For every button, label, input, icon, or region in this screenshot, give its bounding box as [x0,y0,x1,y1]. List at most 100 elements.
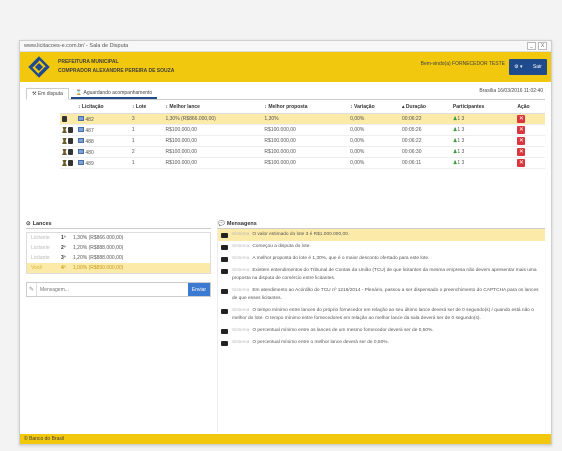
document-icon[interactable] [68,160,73,166]
list-item: Sistema Existem entendimentos do Tribunal… [218,265,545,285]
table-row[interactable]: 488 1 R$100.000,00 R$100.000,00 0,00% 00… [60,135,545,147]
cell-lance: R$100.000,00 [163,124,263,136]
minimize-button[interactable]: _ [527,42,536,50]
cell-duracao: 00:06:22 [400,135,451,147]
cell-lote: 1 [129,157,164,169]
cell-licitacao: 482 [85,116,94,123]
cell-licitacao: 480 [85,149,94,156]
document-icon[interactable] [62,116,67,122]
monitor-icon [221,256,228,262]
cell-variacao: 0,00% [348,124,401,136]
remove-button[interactable]: ✕ [517,126,526,134]
table-row[interactable]: 480 2 R$100.000,00 R$100.000,00 0,00% 00… [60,146,545,158]
th-melhor-proposta[interactable]: ↕ Melhor proposta [262,101,349,114]
list-item: Sistema O tempo mínimo entre lances do pr… [218,305,545,325]
cell-proposta: R$100.000,00 [262,146,349,158]
table-row[interactable]: 482 3 1,30% (R$866.000,00) 1,30% 0,00% 0… [60,113,545,125]
gavel-icon [62,149,67,155]
table-row[interactable]: 487 1 R$100.000,00 R$100.000,00 0,00% 00… [60,124,545,136]
th-lote[interactable]: ↕ Lote [129,101,164,114]
th-melhor-lance[interactable]: ↕ Melhor lance [163,101,263,114]
th-variacao[interactable]: ↕ Variação [348,101,401,114]
th-licitacao[interactable]: ↕ Licitação [76,101,130,114]
chat-box: ✎ Enviar [26,282,211,297]
remove-button[interactable]: ✕ [517,148,526,156]
cell-duracao: 00:06:30 [400,146,451,158]
tab-bar: ⚒ Em disputa ⌛ Aguardando acompanhamento… [26,86,545,100]
clock-icon: ⊙ [26,220,31,227]
list-item: Você 4º 1,00% (R$890.000,00) [27,263,210,273]
monitor-icon [221,340,228,346]
cell-participantes: ♟1 3 [450,135,516,147]
remove-button[interactable]: ✕ [517,137,526,145]
list-item: Sistema O percentual mínimo entre o melho… [218,337,545,349]
send-button[interactable]: Enviar [188,283,210,296]
monitor-icon [78,115,84,121]
list-item: Licitante 3º 1,20% (R$888.000,00) [31,255,124,261]
cell-proposta: R$100.000,00 [262,124,349,136]
list-item: Sistema O percentual mínimo entre os lanc… [218,325,545,337]
monitor-icon [78,126,84,132]
lances-panel: ⊙ Lances Licitante 1º 1,30% (R$866.000,0… [26,219,211,432]
cell-lote: 1 [129,135,164,147]
mensagens-title: Mensagens [226,220,257,227]
bank-logo-icon [26,54,52,80]
cell-lote: 3 [129,113,164,125]
cell-duracao: 00:06:22 [400,113,451,125]
monitor-icon [221,288,228,294]
tab-aguardando[interactable]: ⌛ Aguardando acompanhamento [70,88,158,99]
monitor-icon [78,159,84,165]
th-duracao[interactable]: ▴ Duração [400,101,451,114]
monitor-icon [221,268,228,274]
cell-participantes: ♟1 3 [450,124,516,136]
browser-window: www.licitacoes-e.com.br/ - Sala de Dispu… [19,40,552,445]
th-participantes: Participantes [450,101,516,114]
cell-lance: 1,30% (R$866.000,00) [163,113,263,125]
cell-duracao: 00:05:26 [400,124,451,136]
message-input[interactable] [37,283,188,296]
cell-participantes: ♟1 3 [450,113,516,125]
list-item: Licitante 1º 1,30% (R$866.000,00) [31,235,124,241]
document-icon[interactable] [68,138,73,144]
cell-participantes: ♟1 3 [450,146,516,158]
tab-label: Aguardando acompanhamento [83,89,153,96]
buyer-info: PREFEITURA MUNICIPAL COMPRADOR ALEXANDRE… [58,58,174,76]
footer-bar: © Banco do Brasil [20,434,551,444]
cell-licitacao: 488 [85,138,94,145]
lots-table: ↕ Licitação ↕ Lote ↕ Melhor lance ↕ Melh… [60,101,545,169]
monitor-icon [78,148,84,154]
gavel-icon [62,138,67,144]
monitor-icon [78,137,84,143]
table-row[interactable]: 489 1 R$100.000,00 R$100.000,00 0,00% 00… [60,157,545,169]
cell-lote: 1 [129,124,164,136]
titlebar: www.licitacoes-e.com.br/ - Sala de Dispu… [20,41,551,52]
chat-icon: 💬 [218,220,225,227]
messages-list: Sistema O valor estimado do lote 3 é R$1.… [218,229,545,349]
tab-em-disputa[interactable]: ⚒ Em disputa [26,88,69,100]
lots-table-wrap: ↕ Licitação ↕ Lote ↕ Melhor lance ↕ Melh… [60,101,545,169]
monitor-icon [221,244,228,250]
cell-proposta: R$100.000,00 [262,135,349,147]
cell-variacao: 0,00% [348,135,401,147]
document-icon[interactable] [68,127,73,133]
hourglass-icon: ⌛ [75,89,84,96]
cell-variacao: 0,00% [348,157,401,169]
welcome-text: Bem-vindo(a) FORNECEDOR TESTE [420,61,505,67]
remove-button[interactable]: ✕ [517,159,526,167]
list-item: Sistema A melhor proposta do lote é 1,30%… [218,253,545,265]
close-button[interactable]: X [538,42,547,50]
logout-label: Sair [532,64,542,70]
list-item: Sistema Começou a disputa do lote. [218,241,545,253]
cell-lote: 2 [129,146,164,158]
cell-duracao: 00:06:11 [400,157,451,169]
remove-button[interactable]: ✕ [517,115,526,123]
lances-title: Lances [32,220,52,227]
mensagens-panel: 💬 Mensagens Sistema O valor estimado do l… [217,219,545,432]
document-icon[interactable] [68,149,73,155]
lower-panels: ⊙ Lances Licitante 1º 1,30% (R$866.000,0… [26,219,545,432]
buyer-name: COMPRADOR ALEXANDRE PEREIRA DE SOUZA [58,68,175,74]
window-title: www.licitacoes-e.com.br/ - Sala de Dispu… [24,43,129,49]
cell-participantes: ♟1 3 [450,157,516,169]
user-menu-button[interactable]: ⚙ ▾ Sair [509,59,547,75]
tab-label: Em disputa [37,91,63,97]
